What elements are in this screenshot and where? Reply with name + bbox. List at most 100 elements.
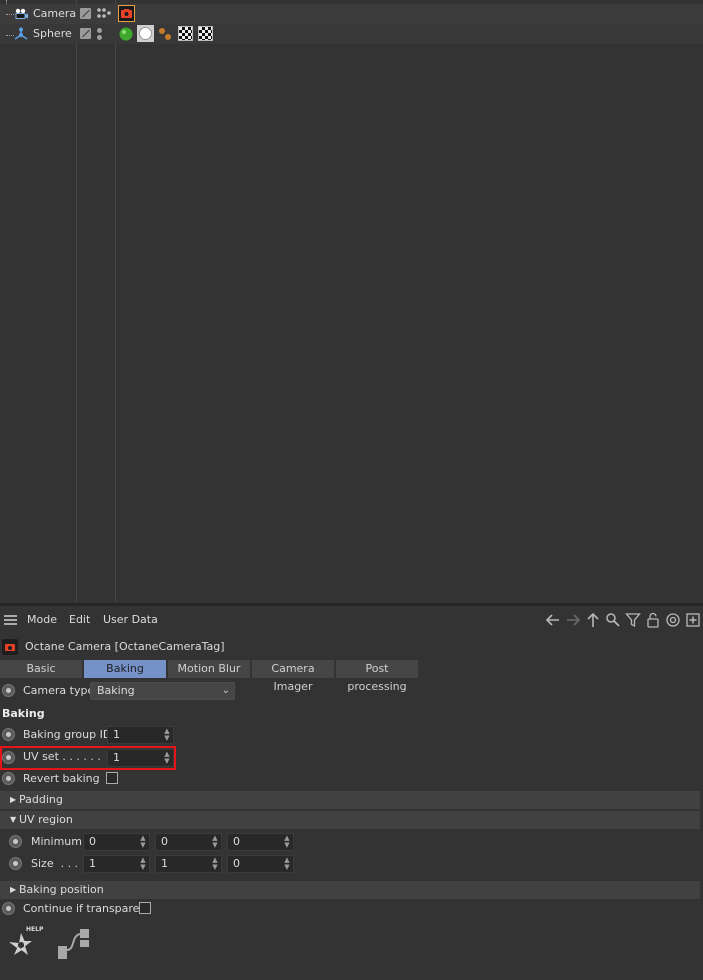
camera-type-label: Camera type bbox=[23, 684, 95, 697]
attribute-manager: Mode Edit User Data Octane Camera [Octan… bbox=[0, 606, 703, 980]
continue-if-transparent-checkbox[interactable] bbox=[139, 902, 151, 914]
stepper-icon[interactable]: ▲ ▼ bbox=[283, 857, 291, 871]
menu-edit[interactable]: Edit bbox=[69, 606, 90, 634]
visibility-dots-icon[interactable] bbox=[96, 7, 111, 21]
tab-post-processing[interactable]: Post processing bbox=[336, 660, 419, 693]
baking-group-title: Baking bbox=[2, 707, 45, 720]
highlight-box bbox=[0, 746, 176, 770]
tree-line bbox=[6, 14, 14, 15]
uv-minimum-y-input[interactable]: 0 ▲ ▼ bbox=[155, 833, 222, 851]
padding-section[interactable]: ▶ Padding bbox=[0, 791, 700, 809]
uv-minimum-y-value: 0 bbox=[161, 835, 168, 848]
attribute-title: Octane Camera [OctaneCameraTag] bbox=[25, 640, 225, 653]
stepper-icon[interactable]: ▲ ▼ bbox=[163, 728, 171, 742]
object-row-sphere[interactable]: Sphere bbox=[0, 24, 703, 44]
uv-size-x-value: 1 bbox=[89, 857, 96, 870]
uv-region-section-title: UV region bbox=[19, 813, 73, 826]
uv-minimum-z-value: 0 bbox=[233, 835, 240, 848]
chevron-down-icon: ⌄ bbox=[221, 685, 230, 696]
material-tag-icon[interactable] bbox=[118, 26, 135, 43]
tab-baking[interactable]: Baking bbox=[84, 660, 167, 678]
object-manager: Camera Sphere bbox=[0, 0, 703, 604]
uv-minimum-row: Minimum 0 ▲ ▼ 0 ▲ ▼ 0 ▲ ▼ bbox=[0, 832, 703, 852]
tab-camera-imager[interactable]: Camera Imager bbox=[252, 660, 335, 693]
uv-size-y-input[interactable]: 1 ▲ ▼ bbox=[155, 855, 222, 873]
object-name[interactable]: Sphere bbox=[33, 24, 72, 44]
texture-tag-icon[interactable] bbox=[198, 26, 213, 41]
uv-region-section[interactable]: ▼ UV region bbox=[0, 811, 700, 829]
layer-edit-icon[interactable] bbox=[80, 28, 91, 39]
editor-visibility-dot[interactable] bbox=[97, 28, 102, 33]
search-icon[interactable] bbox=[605, 612, 621, 628]
octane-help-icon[interactable]: HELP bbox=[6, 926, 48, 962]
octane-camera-tag-icon bbox=[2, 639, 18, 655]
camera-type-select[interactable]: Baking ⌄ bbox=[90, 682, 235, 700]
continue-if-transparent-label: Continue if transparent bbox=[23, 902, 151, 915]
uv-minimum-x-input[interactable]: 0 ▲ ▼ bbox=[83, 833, 150, 851]
filter-icon[interactable] bbox=[625, 612, 641, 628]
node-editor-icon[interactable] bbox=[57, 928, 91, 960]
attribute-header: Octane Camera [OctaneCameraTag] bbox=[0, 636, 703, 658]
revert-baking-row: Revert baking . bbox=[0, 769, 703, 789]
uv-size-row: Size . . . 1 ▲ ▼ 1 ▲ ▼ 0 ▲ ▼ bbox=[0, 854, 703, 874]
object-row-camera[interactable]: Camera bbox=[0, 4, 703, 24]
camera-object-icon bbox=[14, 7, 28, 21]
baking-group-id-label: Baking group ID bbox=[23, 728, 112, 741]
hamburger-menu-icon[interactable] bbox=[4, 615, 17, 625]
tree-line bbox=[6, 35, 14, 36]
uv-size-z-input[interactable]: 0 ▲ ▼ bbox=[227, 855, 294, 873]
baking-position-section[interactable]: ▶ Baking position bbox=[0, 881, 700, 899]
lock-icon[interactable] bbox=[645, 612, 661, 628]
add-panel-icon[interactable] bbox=[685, 612, 701, 628]
column-divider[interactable] bbox=[76, 0, 77, 602]
tab-motion-blur[interactable]: Motion Blur bbox=[168, 660, 251, 678]
octane-camera-tag-icon[interactable] bbox=[118, 5, 135, 22]
animation-keyframe-radio[interactable] bbox=[2, 902, 15, 915]
expand-arrow-icon: ▶ bbox=[10, 885, 17, 894]
attribute-menubar: Mode Edit User Data bbox=[0, 606, 703, 632]
revert-baking-checkbox[interactable] bbox=[106, 772, 118, 784]
camera-type-value: Baking bbox=[97, 684, 135, 697]
layer-edit-icon[interactable] bbox=[80, 8, 91, 19]
animation-keyframe-radio[interactable] bbox=[2, 772, 15, 785]
column-divider[interactable] bbox=[115, 0, 116, 602]
baking-group-id-row: Baking group ID 1 ▲ ▼ bbox=[0, 725, 703, 745]
stepper-icon[interactable]: ▲ ▼ bbox=[139, 835, 147, 849]
target-icon[interactable] bbox=[665, 612, 681, 628]
menu-mode[interactable]: Mode bbox=[27, 606, 57, 634]
menu-user-data[interactable]: User Data bbox=[103, 606, 158, 634]
baking-group-id-value: 1 bbox=[113, 728, 120, 741]
object-name[interactable]: Camera bbox=[33, 4, 76, 24]
camera-type-row: Camera type Baking ⌄ bbox=[0, 681, 703, 701]
uv-minimum-x-value: 0 bbox=[89, 835, 96, 848]
uv-minimum-z-input[interactable]: 0 ▲ ▼ bbox=[227, 833, 294, 851]
collapse-arrow-icon: ▼ bbox=[10, 815, 17, 824]
uv-size-label: Size . . . bbox=[31, 857, 79, 870]
baking-position-section-title: Baking position bbox=[19, 883, 104, 896]
tab-basic[interactable]: Basic bbox=[0, 660, 83, 678]
continue-if-transparent-row: Continue if transparent bbox=[0, 899, 703, 919]
help-label: HELP bbox=[26, 926, 44, 933]
uv-size-y-value: 1 bbox=[161, 857, 168, 870]
animation-keyframe-radio[interactable] bbox=[2, 684, 15, 697]
expand-arrow-icon: ▶ bbox=[10, 795, 17, 804]
stepper-icon[interactable]: ▲ ▼ bbox=[283, 835, 291, 849]
arrow-left-icon[interactable] bbox=[545, 612, 561, 628]
octane-object-tag-icon[interactable] bbox=[137, 25, 154, 42]
stepper-icon[interactable]: ▲ ▼ bbox=[139, 857, 147, 871]
uv-size-x-input[interactable]: 1 ▲ ▼ bbox=[83, 855, 150, 873]
render-visibility-dot[interactable] bbox=[97, 35, 102, 40]
padding-section-title: Padding bbox=[19, 793, 63, 806]
animation-keyframe-radio[interactable] bbox=[9, 835, 22, 848]
baking-group-id-input[interactable]: 1 ▲ ▼ bbox=[107, 726, 174, 744]
stepper-icon[interactable]: ▲ ▼ bbox=[211, 857, 219, 871]
animation-keyframe-radio[interactable] bbox=[9, 857, 22, 870]
arrow-up-icon[interactable] bbox=[585, 612, 601, 628]
animation-keyframe-radio[interactable] bbox=[2, 728, 15, 741]
uv-minimum-label: Minimum bbox=[31, 835, 82, 848]
sphere-object-icon bbox=[14, 27, 28, 41]
texture-tag-icon[interactable] bbox=[178, 26, 193, 41]
arrow-right-icon[interactable] bbox=[565, 612, 581, 628]
material-tag-icon[interactable] bbox=[157, 26, 174, 43]
stepper-icon[interactable]: ▲ ▼ bbox=[211, 835, 219, 849]
